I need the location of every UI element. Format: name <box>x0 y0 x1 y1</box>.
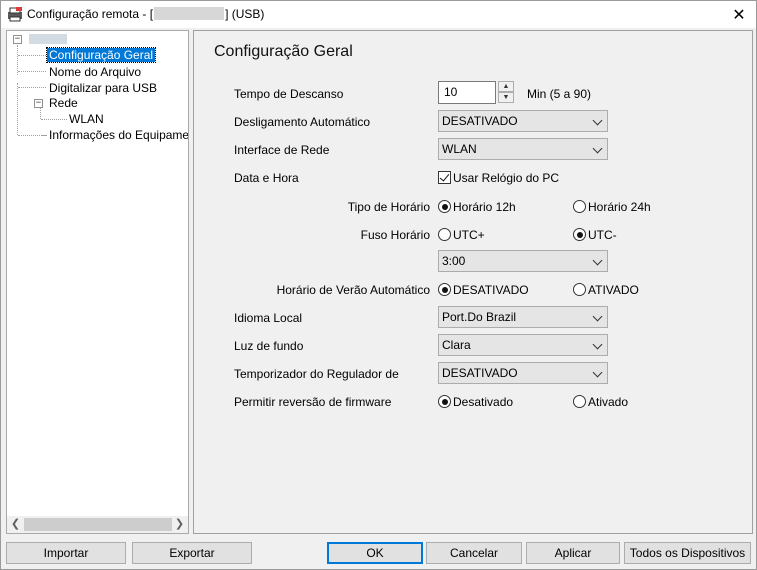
firmware-rollback-label: Permitir reversão de firmware <box>234 395 392 409</box>
spin-up-icon[interactable]: ▲ <box>498 81 514 92</box>
tree-line <box>41 119 67 120</box>
time-zone-offset-value: 3:00 <box>442 254 466 268</box>
sleep-time-input[interactable]: 10 <box>438 81 496 104</box>
ok-button[interactable]: OK <box>327 542 423 564</box>
network-interface-value: WLAN <box>442 142 477 156</box>
clock-12h-label[interactable]: Horário 12h <box>453 200 516 214</box>
tree-item-rede[interactable]: Rede <box>49 96 78 110</box>
root-collapse-icon[interactable]: − <box>13 35 22 44</box>
local-language-value: Port.Do Brazil <box>442 310 517 324</box>
title-prefix: Configuração remota - [ <box>27 7 154 21</box>
redacted-root-node[interactable] <box>29 34 67 44</box>
rede-collapse-icon[interactable]: − <box>34 99 43 108</box>
sleep-time-spinner[interactable]: ▲ ▼ <box>498 81 515 104</box>
clock-type-label: Tipo de Horário <box>347 200 430 214</box>
tree-item-configuracao-geral[interactable]: Configuração Geral <box>45 47 157 63</box>
all-devices-button[interactable]: Todos os Dispositivos <box>624 542 751 564</box>
tree-line <box>18 135 46 136</box>
sleep-time-unit: Min (5 a 90) <box>527 87 592 101</box>
tree-item-nome-do-arquivo[interactable]: Nome do Arquivo <box>49 65 141 79</box>
tree-line <box>18 71 46 72</box>
apply-button[interactable]: Aplicar <box>526 542 620 564</box>
utc-minus-label[interactable]: UTC- <box>588 228 617 242</box>
section-title: Configuração Geral <box>214 43 353 60</box>
network-interface-label: Interface de Rede <box>234 143 330 157</box>
tree-horizontal-scrollbar[interactable]: ❮ ❯ <box>7 516 188 533</box>
auto-dst-on-radio[interactable] <box>573 283 586 296</box>
export-button[interactable]: Exportar <box>132 542 252 564</box>
tree-item-informacoes-do-equipamento[interactable]: Informações do Equipamento <box>49 128 188 142</box>
close-icon: ✕ <box>732 6 746 24</box>
chevron-down-icon <box>592 367 603 378</box>
backlight-select[interactable]: Clara <box>438 334 608 356</box>
time-zone-label: Fuso Horário <box>360 228 430 242</box>
firmware-rollback-on-radio[interactable] <box>573 395 586 408</box>
checkmark-icon <box>439 171 450 182</box>
title-suffix: ] (USB) <box>225 7 265 21</box>
firmware-rollback-off-radio[interactable] <box>438 395 451 408</box>
title-bar: Configuração remota - [ ] (USB) ✕ <box>1 1 756 28</box>
import-button[interactable]: Importar <box>6 542 126 564</box>
tree-line <box>40 107 41 119</box>
redacted-device-name <box>154 7 225 20</box>
dimmer-timer-label: Temporizador do Regulador de <box>234 367 399 381</box>
close-button[interactable]: ✕ <box>722 1 756 28</box>
auto-dst-on-label[interactable]: ATIVADO <box>588 283 639 297</box>
local-language-label: Idioma Local <box>234 311 303 325</box>
tree-item-digitalizar-para-usb[interactable]: Digitalizar para USB <box>49 81 157 95</box>
remote-setup-window: Configuração remota - [ ] (USB) ✕ − Confi… <box>0 0 757 570</box>
firmware-rollback-on-label[interactable]: Ativado <box>588 395 628 409</box>
chevron-down-icon <box>592 311 603 322</box>
utc-plus-radio[interactable] <box>438 228 451 241</box>
spin-down-icon[interactable]: ▼ <box>498 92 514 103</box>
time-zone-offset-select[interactable]: 3:00 <box>438 250 608 272</box>
settings-tree[interactable]: − Configuração Geral Nome do Arquivo Dig… <box>6 30 189 534</box>
clock-12h-radio[interactable] <box>438 200 451 213</box>
chevron-down-icon <box>592 115 603 126</box>
tree-line <box>17 83 18 135</box>
chevron-down-icon <box>592 255 603 266</box>
general-settings-panel: Configuração Geral Tempo de Descanso 10 … <box>193 30 753 534</box>
scroll-thumb[interactable] <box>24 518 172 531</box>
dimmer-timer-select[interactable]: DESATIVADO <box>438 362 608 384</box>
auto-power-off-label: Desligamento Automático <box>234 115 371 129</box>
tree-line <box>18 55 46 56</box>
sleep-time-label: Tempo de Descanso <box>234 87 344 101</box>
use-pc-clock-checkbox[interactable] <box>438 171 451 184</box>
dimmer-timer-value: DESATIVADO <box>442 366 518 380</box>
auto-dst-off-label[interactable]: DESATIVADO <box>453 283 529 297</box>
chevron-down-icon <box>592 339 603 350</box>
window-title: Configuração remota - [ ] (USB) <box>27 7 264 21</box>
auto-dst-off-radio[interactable] <box>438 283 451 296</box>
backlight-label: Luz de fundo <box>234 339 304 353</box>
use-pc-clock-label[interactable]: Usar Relógio do PC <box>453 171 559 185</box>
date-time-label: Data e Hora <box>234 171 299 185</box>
firmware-rollback-off-label[interactable]: Desativado <box>453 395 513 409</box>
local-language-select[interactable]: Port.Do Brazil <box>438 306 608 328</box>
chevron-down-icon <box>592 143 603 154</box>
scroll-left-icon[interactable]: ❮ <box>7 516 24 533</box>
utc-plus-label[interactable]: UTC+ <box>453 228 485 242</box>
clock-24h-label[interactable]: Horário 24h <box>588 200 651 214</box>
utc-minus-radio[interactable] <box>573 228 586 241</box>
backlight-value: Clara <box>442 338 471 352</box>
clock-24h-radio[interactable] <box>573 200 586 213</box>
auto-dst-label: Horário de Verão Automático <box>276 283 430 297</box>
auto-power-off-select[interactable]: DESATIVADO <box>438 110 608 132</box>
tree-item-wlan[interactable]: WLAN <box>69 112 104 126</box>
tree-line <box>18 87 46 88</box>
printer-app-icon <box>8 7 22 22</box>
cancel-button[interactable]: Cancelar <box>426 542 522 564</box>
scroll-right-icon[interactable]: ❯ <box>171 516 188 533</box>
auto-power-off-value: DESATIVADO <box>442 114 518 128</box>
network-interface-select[interactable]: WLAN <box>438 138 608 160</box>
